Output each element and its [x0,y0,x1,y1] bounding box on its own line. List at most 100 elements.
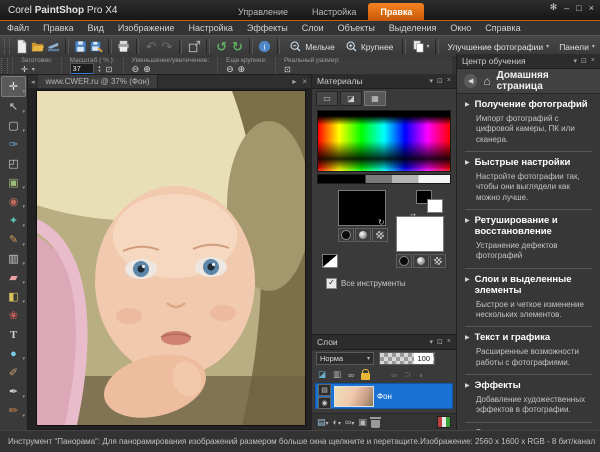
materials-tab-swatches[interactable]: ▦ [364,91,386,106]
copy-special-button[interactable]: ▾ [410,38,431,56]
tool-warp-brush[interactable]: ✐ [2,363,25,382]
tool-airbrush[interactable]: ✏▾ [2,401,25,420]
workspace-tab-adjust[interactable]: Настройка [300,3,368,20]
minimize-button[interactable]: – [564,3,569,13]
scan-button[interactable] [45,38,61,56]
layer-thumbnail[interactable] [334,386,374,407]
zoom-out-button[interactable]: Мельче [284,38,340,56]
new-file-button[interactable] [14,38,30,56]
close-icon[interactable]: × [447,338,451,346]
all-tools-checkbox[interactable]: ✓ [326,278,337,289]
rotate-left-button[interactable]: ↺ [214,38,230,56]
tool-gradient[interactable]: ▥▾ [2,249,25,268]
lc-section-get-photos[interactable]: ▶Получение фотографий Импорт фотографий … [465,94,592,152]
lc-section-advanced[interactable]: ▶Дополнительные настройки [465,423,592,430]
close-icon[interactable]: × [447,77,451,85]
new-layer-button[interactable]: ▤▾ [317,417,329,428]
menu-effects[interactable]: Эффекты [240,23,295,33]
redo-button[interactable]: ↷ [159,38,175,56]
zoom-out-tool-button[interactable]: ⊖ [132,65,140,74]
tool-text[interactable]: T [2,325,25,344]
tool-eraser[interactable]: ▰▾ [2,268,25,287]
pin-icon[interactable]: ⊡ [581,57,587,65]
tab-scroll-left-icon[interactable]: ◂ [28,78,38,86]
enhance-photo-dropdown[interactable]: Улучшение фотографии▾ [443,38,555,56]
chevron-down-icon[interactable]: ▾ [430,77,434,85]
chevron-down-icon[interactable]: ▾ [430,338,434,346]
menu-selections[interactable]: Выделения [382,23,444,33]
menu-adjust[interactable]: Настройка [182,23,240,33]
tool-pen[interactable]: ✒▾ [2,382,25,401]
menu-window[interactable]: Окно [443,23,478,33]
delete-layer-trash-icon[interactable] [371,420,380,428]
save-as-button[interactable] [89,38,105,56]
link-icon[interactable]: ∞ [348,370,354,380]
layer-page-icon[interactable]: ▤ [318,384,331,396]
tool-picture-tube[interactable]: ❀ [2,306,25,325]
menu-layers[interactable]: Слои [295,23,331,33]
tool-dropper[interactable]: ✑ [2,135,25,154]
lock-icon[interactable] [361,373,370,380]
materials-tab-frame[interactable]: ▭ [316,91,338,106]
new-mask-button[interactable]: ◐▾ [333,417,341,427]
document-close-icon[interactable]: × [302,77,307,86]
lc-section-layers[interactable]: ▶Слои и выделенные элементы Быстрое и че… [465,269,592,328]
toolbar-grip[interactable] [4,39,10,54]
blend-mode-select[interactable]: Норма▾ [316,352,374,365]
bg-color-button[interactable] [396,254,412,268]
zoom-minus-button[interactable]: ⊖ [226,65,234,74]
lc-section-effects[interactable]: ▶Эффекты Добавление художественных эффек… [465,375,592,423]
edit-selection-icon[interactable]: ◪ [318,369,326,380]
close-button[interactable]: × [589,3,594,13]
menu-view[interactable]: Вид [81,23,111,33]
undo-button[interactable]: ↶ [143,38,159,56]
mask-icon[interactable]: ▥ [333,369,341,380]
tool-pick[interactable]: ↖▾ [2,97,25,116]
menu-objects[interactable]: Объекты [331,23,382,33]
zoom-in-button[interactable]: Крупнее [340,38,399,56]
zoom-in-tool-button[interactable]: ⊕ [143,65,151,74]
actual-size-button[interactable]: ⊡ [284,65,291,74]
pin-icon[interactable]: ⊡ [437,338,443,346]
home-icon[interactable]: ⌂ [483,75,490,87]
info-button[interactable]: i [257,38,273,56]
chevron-down-icon[interactable]: ▾ [574,57,578,65]
swap-colors-icon[interactable]: ↻ [378,218,385,227]
resize-button[interactable] [186,38,202,56]
document-tab[interactable]: www.CWER.ru @ 37% (Фон) [38,75,159,88]
pin-icon[interactable]: ⊡ [437,77,443,85]
materials-tab-rainbow[interactable]: ◪ [340,91,362,106]
tool-makeover[interactable]: ✦▾ [2,211,25,230]
settings-gear-icon[interactable]: ✻ [550,2,558,13]
background-color-swatch[interactable] [396,216,444,252]
tool-crop[interactable]: ◰ [2,154,25,173]
fg-gradient-button[interactable] [355,228,371,242]
tool-paint-brush[interactable]: ✎▾ [2,230,25,249]
scale-spinner[interactable]: ▲▼ [98,65,102,73]
canvas-area[interactable] [28,88,312,429]
edit-selection-toggle[interactable] [437,416,451,428]
tool-pan[interactable]: ✛▾ [1,76,26,97]
workspace-tab-manage[interactable]: Управление [226,3,300,20]
scale-slider-button[interactable]: ⊡ [105,65,112,74]
print-button[interactable] [116,38,132,56]
menu-help[interactable]: Справка [478,23,527,33]
lc-section-retouch[interactable]: ▶Ретуширование и восстановление Устранен… [465,210,592,269]
bg-gradient-button[interactable] [413,254,429,268]
tool-straighten[interactable]: ▣▾ [2,173,25,192]
fg-color-button[interactable] [338,228,354,242]
workspace-tab-edit[interactable]: Правка [368,3,424,20]
menu-file[interactable]: Файл [0,23,36,33]
rotate-right-button[interactable]: ↻ [230,38,246,56]
hand-preset-icon[interactable]: ✛ [21,65,28,74]
tool-flood-fill[interactable]: ◧▾ [2,287,25,306]
tool-preset-shape[interactable]: ●▾ [2,344,25,363]
reset-colors-swatch[interactable] [322,254,338,268]
color-picker-rainbow[interactable] [317,110,451,172]
background-mini-swatch[interactable] [427,199,443,213]
close-icon[interactable]: × [591,57,595,65]
tool-selection[interactable]: ▢▾ [2,116,25,135]
save-button[interactable] [73,38,89,56]
maximize-button[interactable]: □ [576,3,581,13]
back-icon[interactable]: ◀ [464,74,477,88]
